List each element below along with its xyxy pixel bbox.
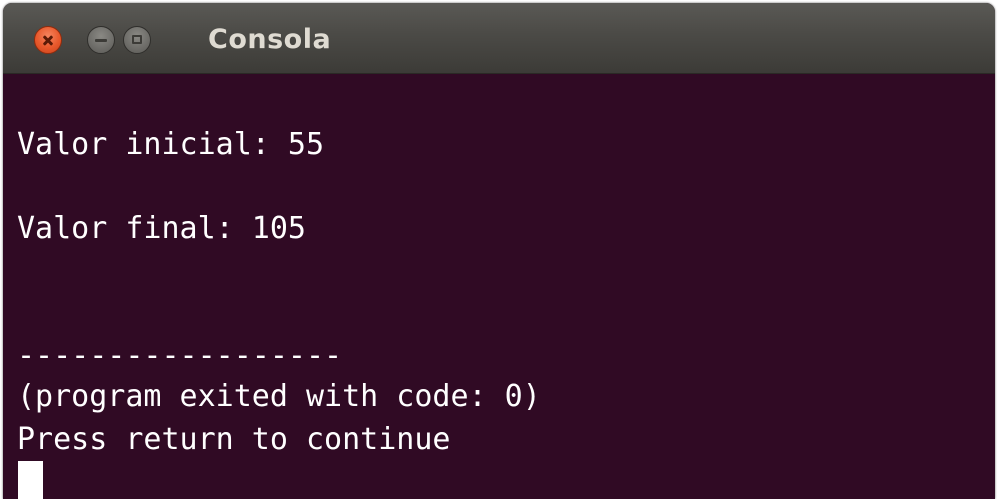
close-button[interactable] — [34, 26, 62, 54]
output-line-initial-value: Valor inicial: 55 — [17, 127, 325, 162]
title-bar[interactable]: Consola — [3, 3, 995, 74]
maximize-button[interactable] — [123, 26, 151, 54]
window-title: Consola — [208, 24, 332, 55]
close-icon — [35, 27, 61, 53]
maximize-icon — [132, 35, 142, 44]
output-press-return: Press return to continue — [17, 422, 451, 457]
minimize-button[interactable] — [87, 26, 115, 54]
output-line-final-value: Valor final: 105 — [17, 211, 306, 246]
output-exit-code: (program exited with code: 0) — [17, 379, 541, 414]
output-separator: ------------------ — [17, 338, 343, 373]
terminal-window: Consola Valor inicial: 55 Valor final: 1… — [3, 3, 995, 499]
terminal-output[interactable]: Valor inicial: 55 Valor final: 105 -----… — [17, 73, 995, 499]
text-cursor — [18, 461, 43, 499]
minimize-icon — [95, 39, 107, 42]
